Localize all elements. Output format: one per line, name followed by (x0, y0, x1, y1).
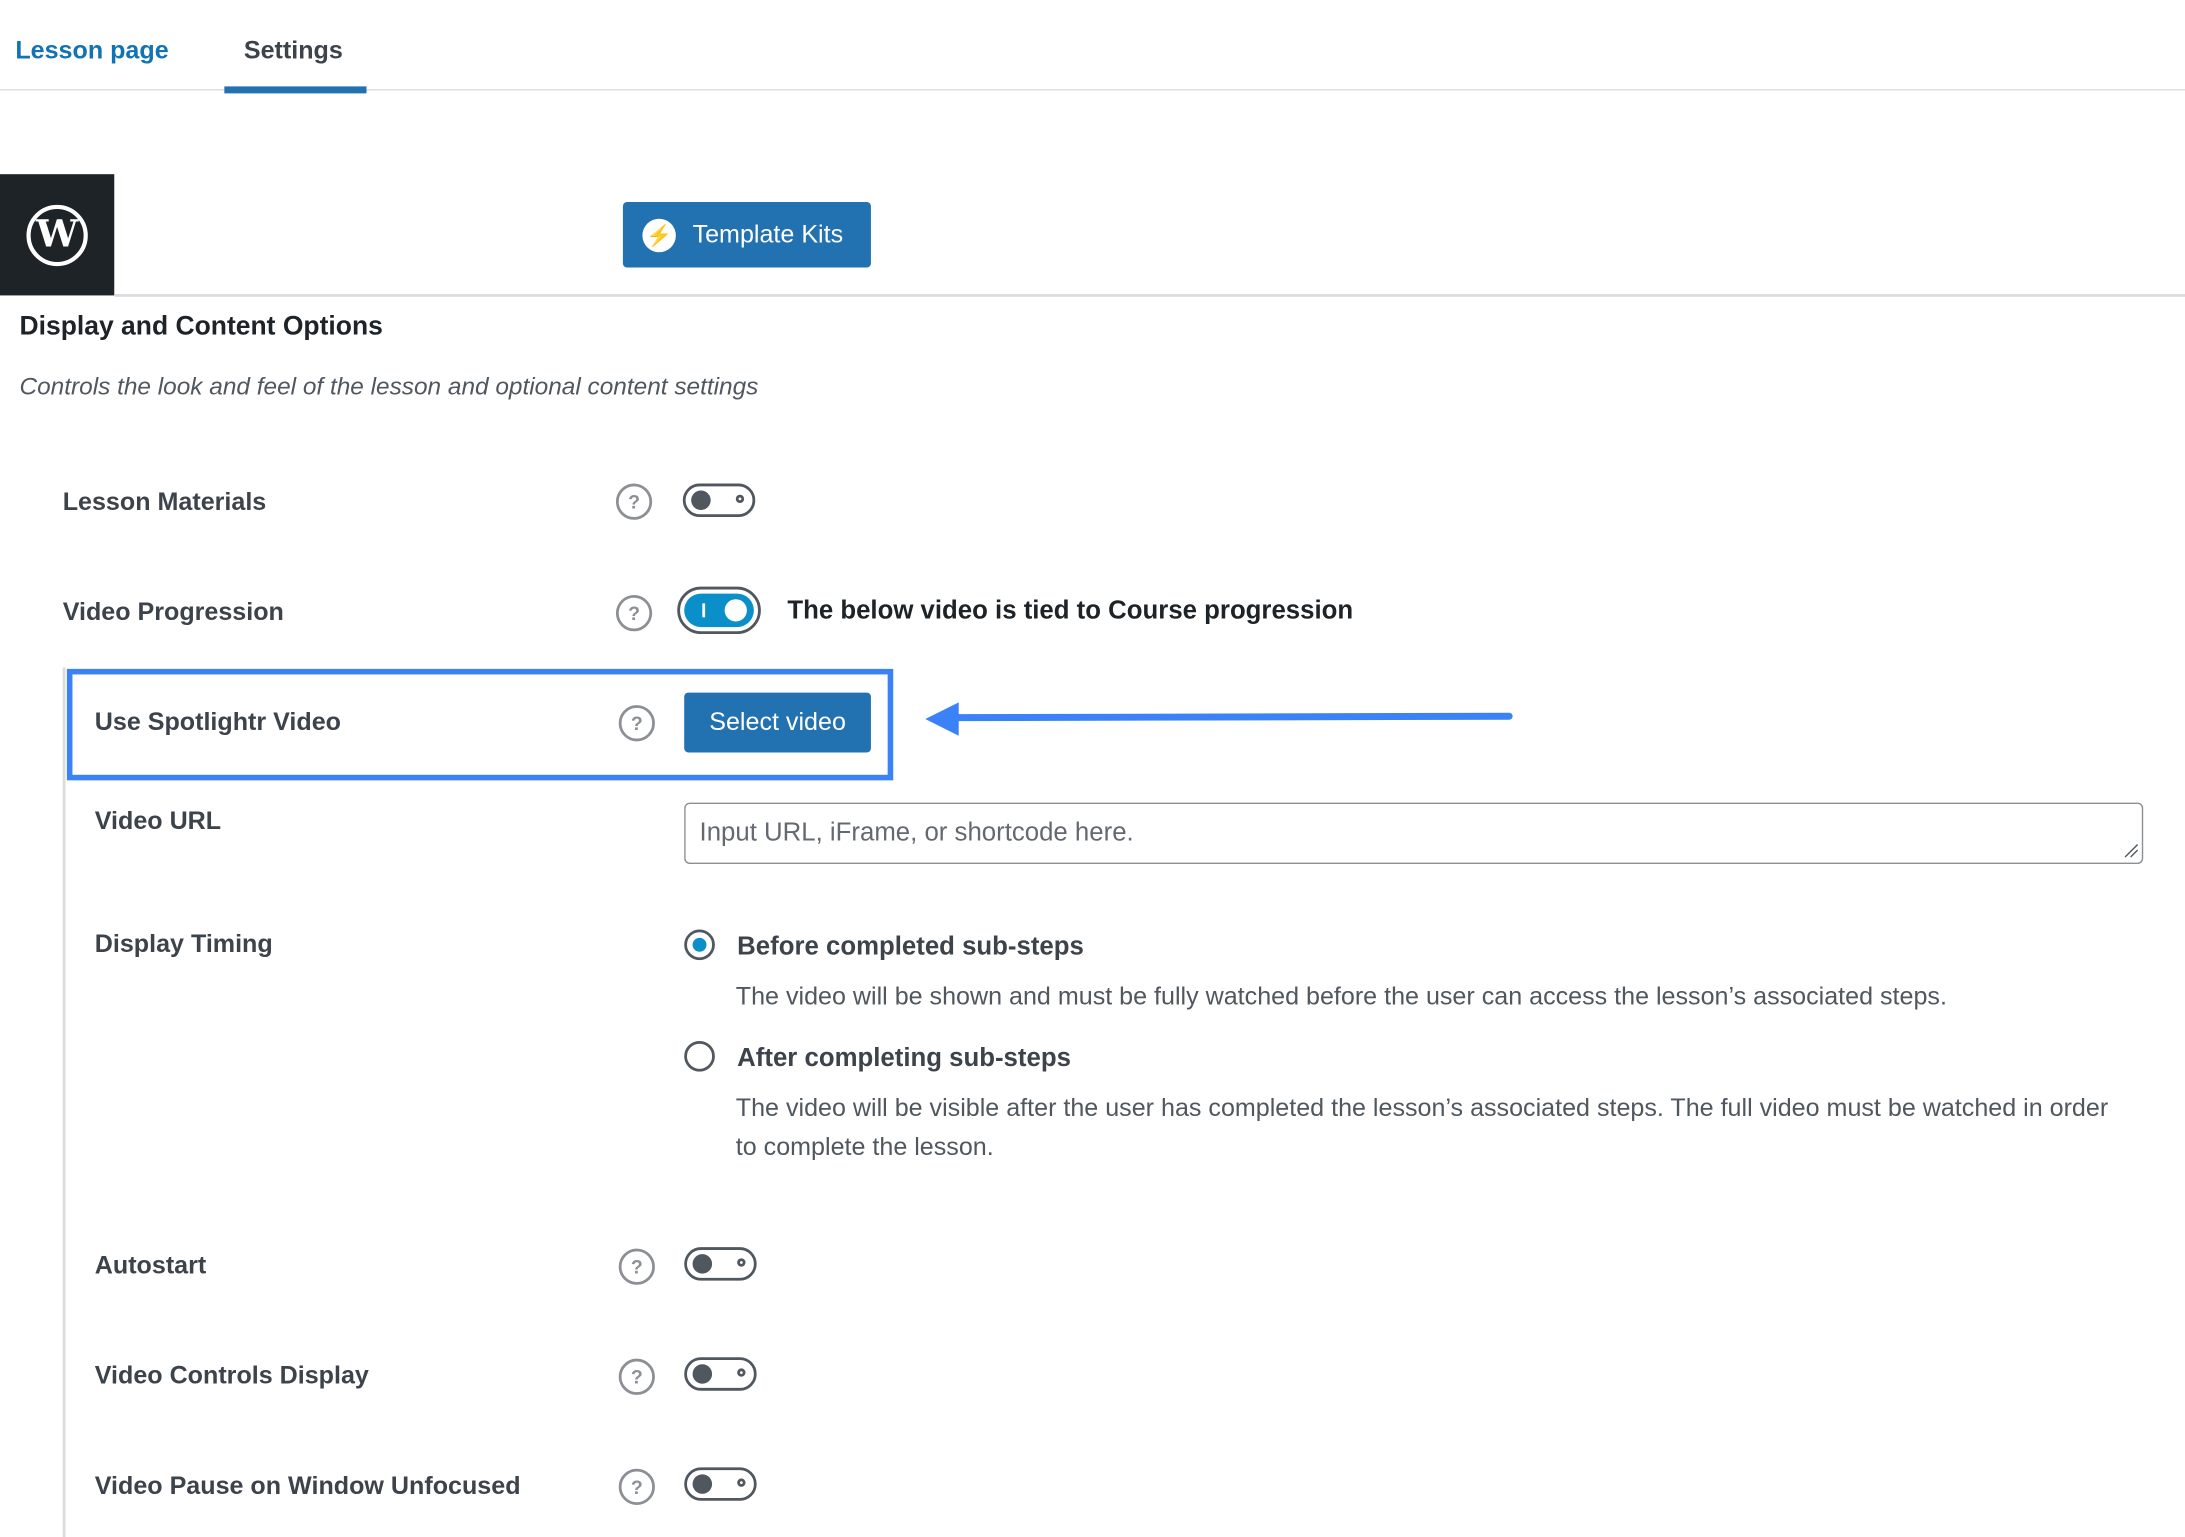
radio-after-sub-steps[interactable] (684, 1040, 715, 1072)
radio-after-description: The video will be visible after the user… (735, 1093, 2109, 1161)
video-progression-note: The below video is tied to Course progre… (787, 595, 1354, 625)
lesson-materials-toggle[interactable] (682, 483, 756, 517)
video-controls-display-toggle[interactable] (684, 1357, 757, 1391)
autostart-toggle[interactable] (684, 1247, 757, 1281)
template-kits-label: Template Kits (692, 220, 844, 249)
wordpress-logo-button[interactable]: W (0, 174, 115, 296)
section-title: Display and Content Options (19, 312, 383, 342)
sub-settings-rule (62, 667, 66, 1537)
help-icon[interactable]: ? (615, 483, 653, 520)
tab-settings[interactable]: Settings (244, 36, 343, 65)
help-glyph: ? (630, 1255, 643, 1278)
select-video-button[interactable]: Select video (684, 692, 871, 753)
help-icon[interactable]: ? (615, 595, 653, 632)
video-url-label: Video URL (94, 806, 222, 835)
help-icon[interactable]: ? (618, 1248, 655, 1285)
help-glyph: ? (630, 1365, 643, 1388)
help-glyph: ? (628, 601, 641, 625)
toolbar-divider (114, 294, 2185, 297)
annotation-arrow-icon (925, 702, 1513, 736)
section-description: Controls the look and feel of the lesson… (19, 372, 759, 400)
video-url-input[interactable] (684, 802, 2144, 864)
help-glyph: ? (630, 1475, 643, 1499)
radio-before-sub-steps[interactable] (684, 929, 715, 961)
video-progression-toggle[interactable] (677, 586, 761, 635)
video-pause-unfocused-label: Video Pause on Window Unfocused (94, 1471, 521, 1500)
help-glyph: ? (630, 712, 643, 735)
spotlightr-label: Use Spotlightr Video (94, 707, 341, 736)
radio-before-label[interactable]: Before completed sub-steps (737, 931, 1084, 962)
resize-handle-icon[interactable] (2122, 842, 2139, 859)
active-tab-indicator (224, 86, 367, 94)
help-icon[interactable]: ? (618, 705, 655, 742)
wordpress-icon: W (26, 204, 88, 266)
video-pause-unfocused-toggle[interactable] (684, 1467, 757, 1501)
help-glyph: ? (628, 490, 641, 513)
autostart-label: Autostart (94, 1251, 207, 1280)
template-kits-icon: ⚡ (642, 218, 676, 252)
tab-lesson-page[interactable]: Lesson page (15, 36, 168, 65)
display-timing-label: Display Timing (94, 929, 273, 958)
template-kits-button[interactable]: ⚡ Template Kits (622, 202, 871, 268)
video-progression-label: Video Progression (62, 597, 284, 626)
lesson-materials-label: Lesson Materials (62, 487, 267, 516)
radio-before-description: The video will be shown and must be full… (735, 982, 1947, 1011)
help-icon[interactable]: ? (618, 1468, 655, 1505)
video-controls-display-label: Video Controls Display (94, 1361, 369, 1390)
help-icon[interactable]: ? (618, 1358, 655, 1395)
radio-after-label[interactable]: After completing sub-steps (737, 1042, 1071, 1073)
